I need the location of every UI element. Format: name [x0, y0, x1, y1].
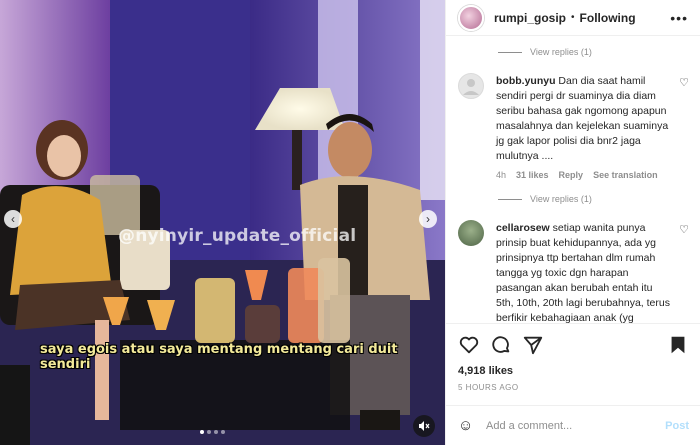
bookmark-icon[interactable] — [667, 334, 689, 356]
comment-icon[interactable] — [490, 334, 512, 356]
like-comment-heart-icon[interactable]: ♡ — [679, 76, 689, 91]
chevron-left-icon: ‹ — [11, 212, 15, 226]
next-slide-button[interactable]: › — [419, 210, 437, 228]
video-subtitle: saya egois atau saya mentang mentang car… — [40, 342, 398, 372]
author-avatar[interactable] — [458, 4, 484, 31]
more-options-icon[interactable]: ••• — [670, 10, 688, 26]
post-header: rumpi_gosip • Following ••• — [446, 0, 700, 36]
replies-line — [498, 198, 522, 200]
emoji-icon[interactable]: ☺ — [458, 417, 478, 434]
chevron-right-icon: › — [426, 212, 430, 226]
comment-meta: 4h 31 likes Reply See translation — [496, 168, 671, 183]
view-replies-label: View replies (1) — [530, 47, 592, 57]
video-frame — [0, 0, 445, 445]
author-username[interactable]: rumpi_gosip — [494, 11, 566, 25]
heart-icon[interactable] — [458, 334, 480, 356]
carousel-dot-active — [200, 430, 204, 434]
mute-button[interactable] — [413, 415, 435, 437]
following-button[interactable]: Following — [580, 11, 636, 25]
likes-count[interactable]: 4,918 likes — [458, 365, 689, 377]
comment-text: Dan dia saat hamil sendiri pergi dr suam… — [496, 75, 669, 162]
carousel-dot — [214, 430, 218, 434]
comment-likes[interactable]: 31 likes — [516, 168, 549, 183]
view-replies-button[interactable]: View replies (1) — [446, 36, 700, 68]
comment-username[interactable]: cellarosew — [496, 222, 550, 234]
post-media[interactable]: ‹ › @nyinyir_update_official saya egois … — [0, 0, 445, 445]
view-replies-label: View replies (1) — [530, 194, 592, 204]
comment-text: setiap wanita punya prinsip buat kehidup… — [496, 222, 670, 323]
replies-line — [498, 51, 522, 53]
carousel-indicator — [200, 430, 225, 434]
action-icons — [458, 334, 689, 356]
comment-username[interactable]: bobb.yunyu — [496, 75, 556, 87]
carousel-dot — [221, 430, 225, 434]
post-timestamp[interactable]: 5 HOURS AGO — [458, 383, 689, 392]
post-side-panel: rumpi_gosip • Following ••• View replies… — [445, 0, 700, 445]
reply-button[interactable]: Reply — [559, 168, 584, 183]
comment-input[interactable] — [486, 419, 666, 432]
see-translation-button[interactable]: See translation — [593, 168, 658, 183]
comments-list[interactable]: View replies (1) bobb.yunyu Dan dia saat… — [446, 36, 700, 323]
view-replies-button[interactable]: View replies (1) — [446, 183, 700, 215]
default-avatar-icon — [463, 79, 479, 95]
speaker-muted-icon — [419, 421, 430, 431]
header-separator: • — [571, 12, 575, 23]
comment-item: bobb.yunyu Dan dia saat hamil sendiri pe… — [446, 68, 700, 183]
add-comment-bar: ☺ Post — [446, 405, 700, 445]
comment-age[interactable]: 4h — [496, 168, 506, 183]
commenter-avatar[interactable] — [458, 73, 484, 99]
video-watermark: @nyinyir_update_official — [118, 226, 357, 246]
carousel-dot — [207, 430, 211, 434]
share-icon[interactable] — [522, 334, 544, 356]
previous-slide-button[interactable]: ‹ — [4, 210, 22, 228]
post-actions: 4,918 likes 5 HOURS AGO — [446, 323, 700, 392]
post-comment-button[interactable]: Post — [665, 420, 689, 432]
commenter-avatar[interactable] — [458, 220, 484, 246]
comment-item: cellarosew setiap wanita punya prinsip b… — [446, 215, 700, 323]
like-comment-heart-icon[interactable]: ♡ — [679, 223, 689, 238]
